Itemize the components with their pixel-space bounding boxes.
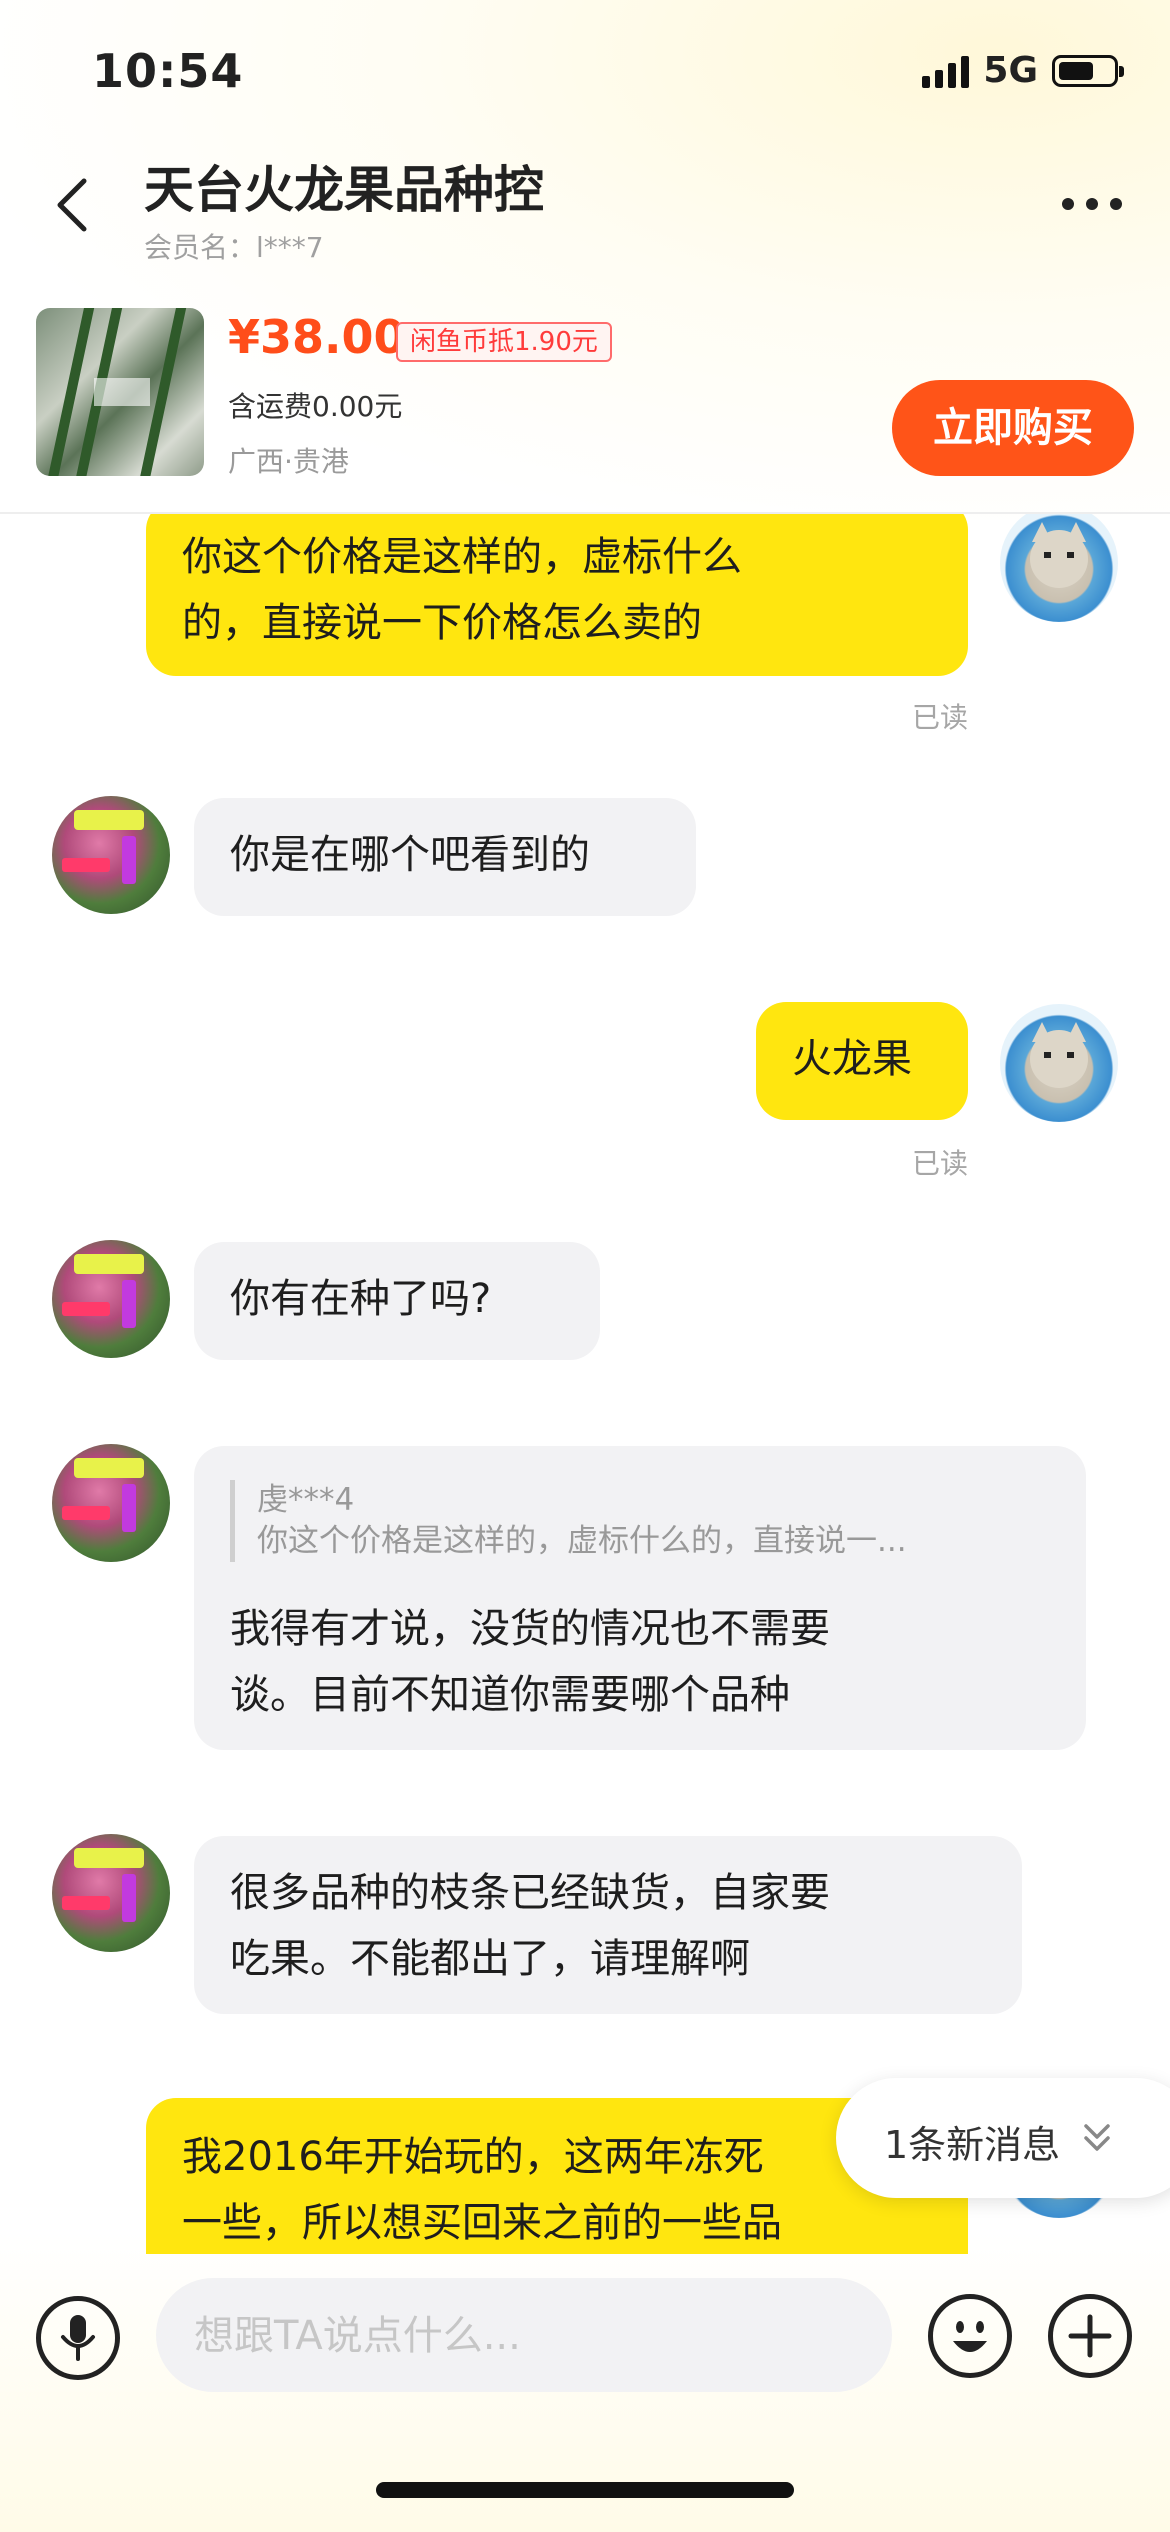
quoted-text: 你这个价格是这样的，虚标什么的，直接说一... <box>257 1523 907 1559</box>
new-messages-label: 1条新消息 <box>884 2123 1061 2167</box>
network-type: 5G <box>983 50 1038 91</box>
message-bubble-received[interactable]: 很多品种的枝条已经缺货，自家要 吃果。不能都出了，请理解啊 <box>194 1836 1022 2014</box>
battery-icon <box>1052 54 1124 87</box>
message-line: 吃果。不能都出了，请理解啊 <box>230 1936 750 1982</box>
shipping-fee: 含运费0.00元 <box>228 390 403 423</box>
message-input[interactable] <box>192 2278 856 2394</box>
seller-avatar[interactable] <box>52 1834 170 1952</box>
my-avatar[interactable] <box>1000 514 1118 622</box>
read-status: 已读 <box>912 1147 969 1180</box>
chevron-left-icon[interactable] <box>50 175 94 235</box>
emoji-icon[interactable] <box>928 2294 1012 2378</box>
message-bubble-received[interactable]: 你有在种了吗? <box>194 1242 600 1360</box>
status-time: 10:54 <box>92 44 244 98</box>
product-thumbnail[interactable] <box>36 308 204 476</box>
new-messages-button[interactable]: 1条新消息 <box>836 2078 1170 2198</box>
message-bubble-sent[interactable]: 你这个价格是这样的，虚标什么 的，直接说一下价格怎么卖的 <box>146 514 968 676</box>
message-input-container[interactable] <box>156 2278 892 2394</box>
seller-avatar[interactable] <box>52 1444 170 1562</box>
message-bubble-received[interactable]: 你是在哪个吧看到的 <box>194 798 696 916</box>
message-line: 火龙果 <box>792 1036 912 1082</box>
seller-avatar[interactable] <box>52 796 170 914</box>
message-line: 你是在哪个吧看到的 <box>230 832 590 878</box>
double-chevron-down-icon <box>1084 2124 1110 2151</box>
signal-icon <box>922 54 970 88</box>
status-indicators: 5G <box>922 50 1124 91</box>
product-price: ¥38.00 <box>228 310 406 364</box>
message-line: 的，直接说一下价格怎么卖的 <box>182 600 702 646</box>
chat-area[interactable]: 你这个价格是这样的，虚标什么 的，直接说一下价格怎么卖的 已读 你是在哪个吧看到… <box>0 514 1170 2254</box>
microphone-icon[interactable] <box>36 2296 120 2380</box>
message-line: 我得有才说，没货的情况也不需要 <box>230 1606 830 1652</box>
message-line: 我2016年开始玩的，这两年冻死 <box>182 2134 764 2180</box>
more-dots-icon[interactable] <box>1062 198 1122 210</box>
quoted-author: 虔***4 <box>257 1482 355 1518</box>
my-avatar[interactable] <box>1000 1004 1118 1122</box>
seller-avatar[interactable] <box>52 1240 170 1358</box>
message-line: 一些，所以想买回来之前的一些品 <box>182 2200 782 2246</box>
message-line: 你这个价格是这样的，虚标什么 <box>182 534 742 580</box>
message-bubble-sent[interactable]: 火龙果 <box>756 1002 968 1120</box>
message-bubble-received[interactable]: 虔***4 你这个价格是这样的，虚标什么的，直接说一... 我得有才说，没货的情… <box>194 1446 1086 1750</box>
quoted-message[interactable]: 虔***4 你这个价格是这样的，虚标什么的，直接说一... <box>230 1480 1050 1562</box>
home-indicator <box>376 2482 794 2498</box>
plus-icon[interactable] <box>1048 2294 1132 2378</box>
read-status: 已读 <box>912 701 969 734</box>
member-name: 会员名：l***7 <box>144 231 324 264</box>
message-line: 你有在种了吗? <box>230 1276 492 1322</box>
product-location: 广西·贵港 <box>228 445 349 478</box>
buy-now-button[interactable]: 立即购买 <box>892 380 1134 476</box>
message-line: 谈。目前不知道你需要哪个品种 <box>230 1672 790 1718</box>
message-line: 很多品种的枝条已经缺货，自家要 <box>230 1870 830 1916</box>
coin-discount-badge: 闲鱼币抵1.90元 <box>396 322 612 362</box>
page-title: 天台火龙果品种控 <box>144 161 544 219</box>
